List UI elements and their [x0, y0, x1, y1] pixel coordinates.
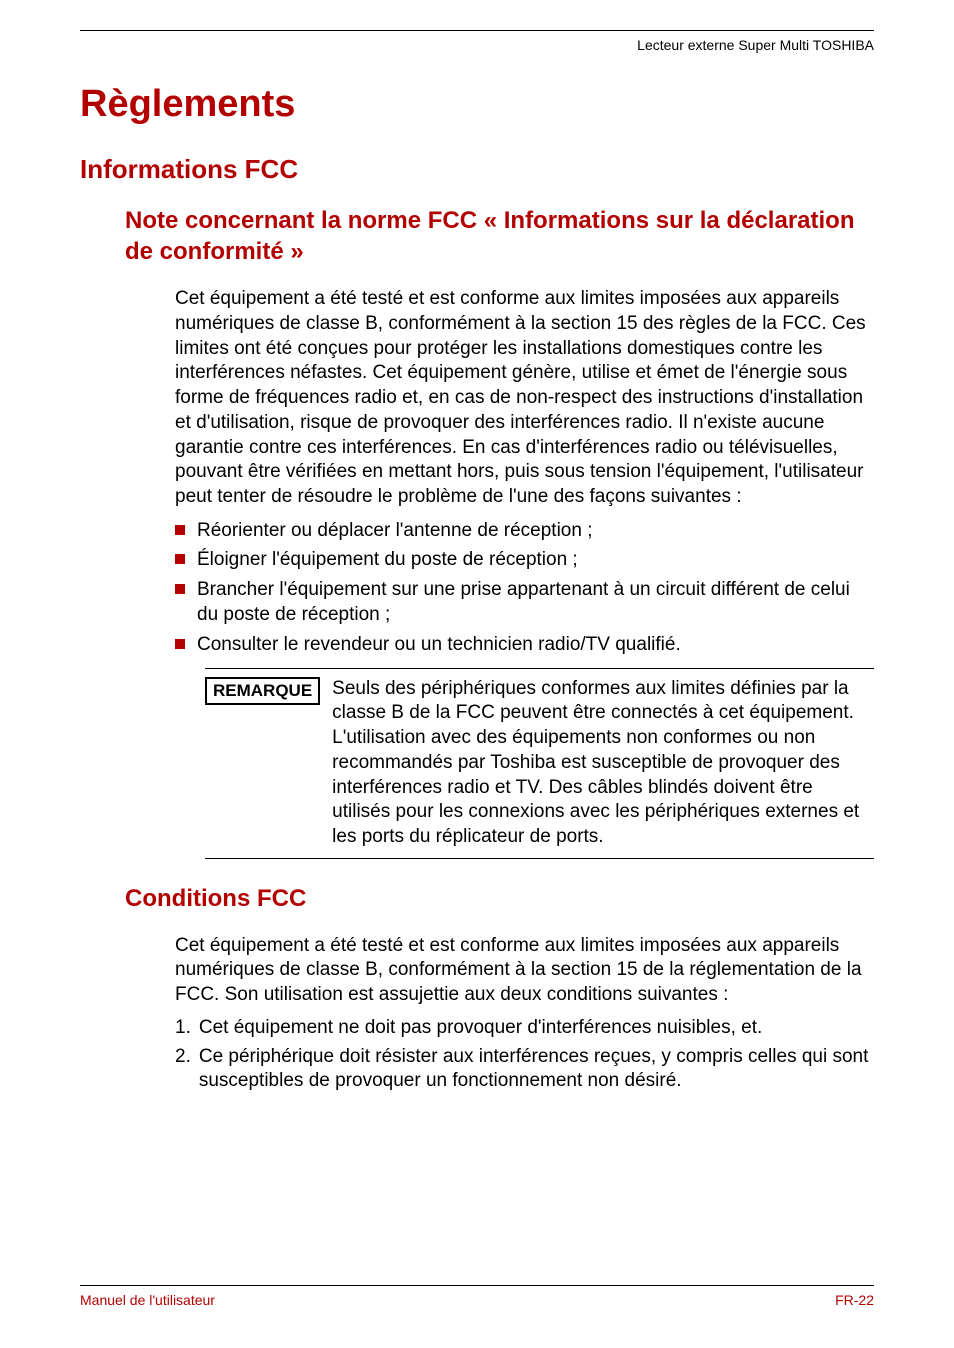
- remark-label: REMARQUE: [205, 677, 320, 705]
- bullet-icon: [175, 554, 185, 564]
- header-product: Lecteur externe Super Multi TOSHIBA: [80, 37, 874, 53]
- list-number: 1.: [175, 1016, 191, 1041]
- fcc-note-paragraph: Cet équipement a été testé et est confor…: [175, 287, 874, 509]
- section-heading-fcc-info: Informations FCC: [80, 154, 874, 185]
- list-item: Éloigner l'équipement du poste de récept…: [175, 547, 874, 573]
- list-item: 1. Cet équipement ne doit pas provoquer …: [175, 1016, 874, 1041]
- numbered-text: Cet équipement ne doit pas provoquer d'i…: [199, 1016, 762, 1041]
- fcc-conditions-list: 1. Cet équipement ne doit pas provoquer …: [175, 1016, 874, 1094]
- page-footer: Manuel de l'utilisateur FR-22: [80, 1285, 874, 1308]
- bullet-text: Brancher l'équipement sur une prise appa…: [197, 577, 874, 628]
- remark-text: Seuls des périphériques conformes aux li…: [332, 677, 874, 850]
- bullet-text: Consulter le revendeur ou un technicien …: [197, 632, 681, 658]
- page-title: Règlements: [80, 83, 874, 126]
- bullet-text: Éloigner l'équipement du poste de récept…: [197, 547, 578, 573]
- list-item: Brancher l'équipement sur une prise appa…: [175, 577, 874, 628]
- fcc-conditions-paragraph: Cet équipement a été testé et est confor…: [175, 934, 874, 1008]
- list-item: Réorienter ou déplacer l'antenne de réce…: [175, 518, 874, 544]
- footer-right: FR-22: [835, 1292, 874, 1308]
- remark-block: REMARQUE Seuls des périphériques conform…: [205, 668, 874, 859]
- footer-rule: [80, 1285, 874, 1286]
- bullet-icon: [175, 584, 185, 594]
- bullet-text: Réorienter ou déplacer l'antenne de réce…: [197, 518, 593, 544]
- bullet-icon: [175, 639, 185, 649]
- list-item: Consulter le revendeur ou un technicien …: [175, 632, 874, 658]
- list-item: 2. Ce périphérique doit résister aux int…: [175, 1045, 874, 1094]
- fcc-bullet-list: Réorienter ou déplacer l'antenne de réce…: [175, 518, 874, 658]
- subsection-heading-fcc-note: Note concernant la norme FCC « Informati…: [125, 205, 874, 267]
- subsection-heading-fcc-conditions: Conditions FCC: [125, 883, 874, 914]
- bullet-icon: [175, 525, 185, 535]
- numbered-text: Ce périphérique doit résister aux interf…: [199, 1045, 874, 1094]
- header-rule: [80, 30, 874, 31]
- list-number: 2.: [175, 1045, 191, 1070]
- footer-left: Manuel de l'utilisateur: [80, 1292, 215, 1308]
